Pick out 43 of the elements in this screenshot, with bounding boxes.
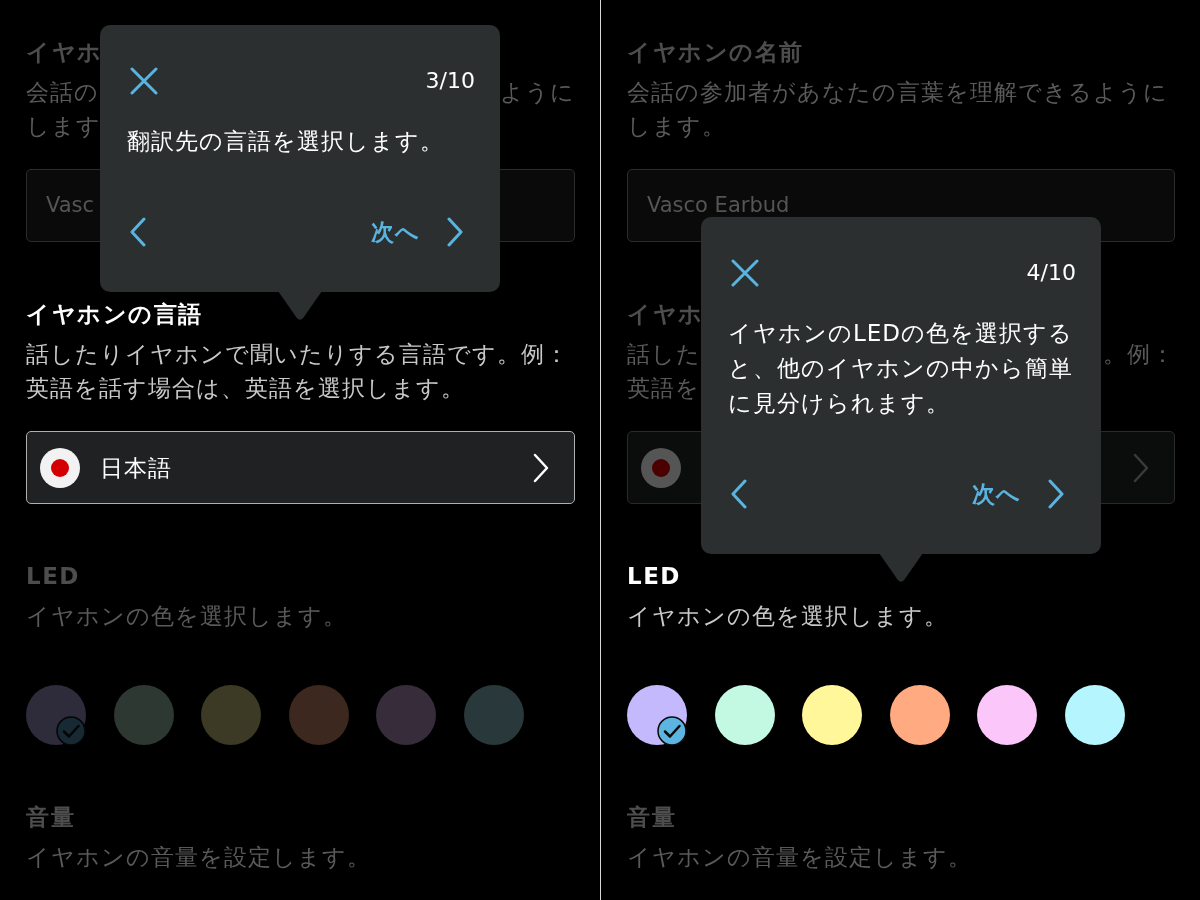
section-description: 話したりイヤホンで聞いたりする言語です。例：英語を話す場合は、英語を選択します。 [26, 340, 570, 403]
back-button[interactable] [130, 217, 146, 247]
tooltip-message: イヤホンのLEDの色を選択すると、他のイヤホンの中から簡単に見分けられます。 [728, 319, 1075, 418]
section-description: イヤホンの音量を設定します。 [26, 843, 371, 872]
chevron-right-icon [1133, 452, 1149, 483]
section-description: します [26, 112, 101, 141]
section-description: ように [500, 78, 575, 107]
close-icon [731, 259, 759, 287]
section-title: イヤホンの言語 [26, 300, 203, 329]
section-description: 。例： [1103, 340, 1175, 369]
section-description: 英語を [627, 374, 700, 403]
section-description: イヤホンの色を選択します。 [627, 602, 948, 631]
check-icon [56, 716, 86, 746]
section-description: イヤホンの色を選択します。 [26, 602, 347, 631]
chevron-left-icon [731, 479, 747, 509]
next-button[interactable]: 次へ [371, 216, 463, 248]
close-button[interactable] [130, 67, 158, 95]
close-icon [130, 67, 158, 95]
chevron-right-icon [447, 217, 463, 247]
language-select[interactable]: 日本語 [26, 431, 575, 504]
section-title: LED [627, 562, 681, 591]
tooltip-message: 翻訳先の言語を選択します。 [127, 127, 444, 156]
back-button[interactable] [731, 479, 747, 509]
section-description: 会話の参加者があなたの言葉を理解できるようにします。 [627, 78, 1169, 141]
section-title: イヤホ [26, 38, 103, 67]
step-counter: 4/10 [1026, 259, 1076, 287]
chevron-left-icon [130, 217, 146, 247]
close-button[interactable] [731, 259, 759, 287]
flag-icon [40, 447, 80, 488]
section-title: イヤホンの名前 [627, 38, 804, 67]
next-button[interactable]: 次へ [972, 478, 1064, 510]
section-title: 音量 [26, 803, 75, 832]
check-icon [657, 716, 687, 746]
section-title: 音量 [627, 803, 676, 832]
section-title: LED [26, 562, 80, 591]
section-title: イヤホ [627, 300, 704, 329]
step-counter: 3/10 [425, 67, 475, 95]
flag-icon [641, 447, 681, 488]
section-description: 話した [627, 340, 701, 369]
section-description: イヤホンの音量を設定します。 [627, 843, 972, 872]
chevron-right-icon [1048, 479, 1064, 509]
chevron-right-icon [533, 452, 549, 483]
section-description: 会話の [26, 78, 99, 107]
